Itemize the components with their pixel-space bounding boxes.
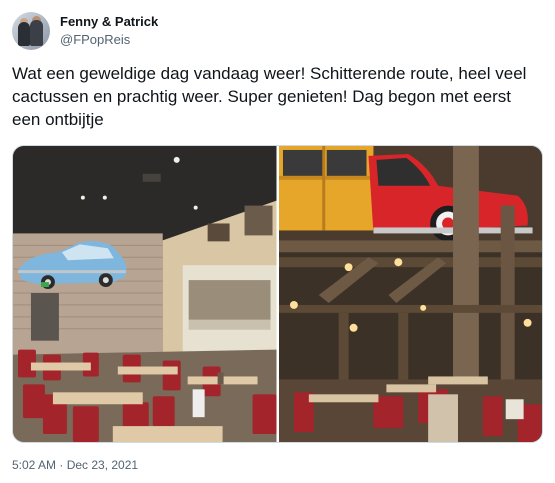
tweet-text: Wat een geweldige dag vandaag weer! Schi…: [12, 64, 527, 129]
tweet-timestamp[interactable]: 5:02 AM · Dec 23, 2021: [12, 458, 138, 472]
avatar[interactable]: [12, 12, 50, 50]
photo-woody-car-beams[interactable]: [278, 146, 542, 442]
tweet-card: Fenny & Patrick @FPopReis Wat een geweld…: [0, 0, 555, 483]
tweet-header: Fenny & Patrick @FPopReis: [12, 12, 158, 50]
author-info: Fenny & Patrick @FPopReis: [60, 14, 158, 48]
display-name[interactable]: Fenny & Patrick: [60, 14, 158, 30]
photo-diner-interior[interactable]: [13, 146, 277, 442]
user-handle[interactable]: @FPopReis: [60, 32, 158, 48]
media-grid: [12, 145, 543, 443]
